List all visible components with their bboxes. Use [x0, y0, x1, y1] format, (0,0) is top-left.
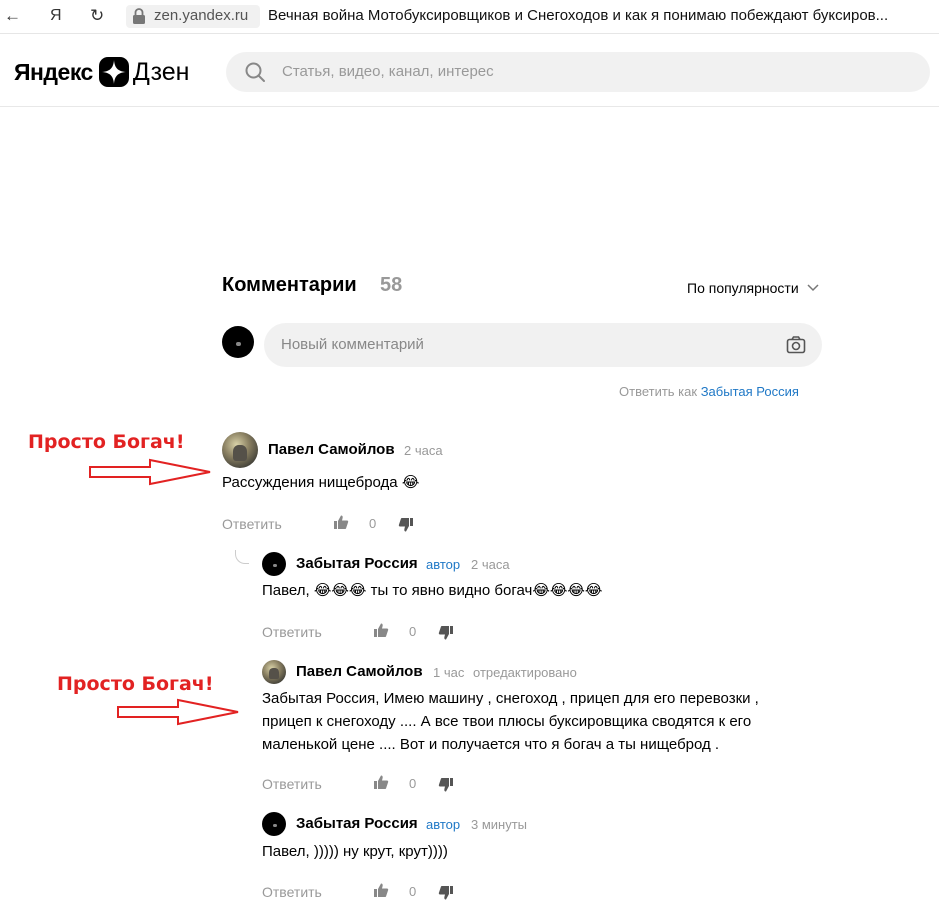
reply-as: Ответить как Забытая Россия	[619, 384, 799, 399]
search-bar[interactable]: Статья, видео, канал, интерес	[226, 52, 930, 92]
page-title-bar: Вечная война Мотобуксировщиков и Снегохо…	[268, 7, 889, 24]
back-arrow-icon[interactable]: ←	[4, 6, 21, 26]
comment-time: 2 часа	[404, 443, 443, 458]
browser-toolbar: ← Я ↻ zen.yandex.ru Вечная война Мотобук…	[0, 0, 939, 34]
like-count: 0	[369, 516, 377, 531]
edited-label: отредактировано	[473, 665, 577, 680]
thread-line	[235, 550, 249, 564]
comment-time: 1 час	[433, 665, 465, 680]
thumb-up-icon[interactable]	[373, 774, 389, 790]
thumb-down-icon[interactable]	[438, 777, 454, 793]
site-header: Яндекс Дзен Статья, видео, канал, интере…	[0, 35, 939, 107]
comments-count: 58	[380, 274, 403, 296]
annotation-arrow	[117, 698, 239, 726]
lock-icon	[133, 8, 145, 24]
annotation-arrow	[89, 458, 211, 486]
logo-yandex-text: Яндекс	[14, 58, 93, 85]
author-badge: автор	[426, 817, 461, 832]
search-input[interactable]: Статья, видео, канал, интерес	[282, 63, 494, 80]
avatar[interactable]	[262, 812, 286, 836]
reload-icon[interactable]: ↻	[90, 6, 104, 26]
reply-button[interactable]: Ответить	[262, 776, 322, 792]
new-comment-input[interactable]: Новый комментарий	[264, 323, 822, 367]
comment-author[interactable]: Забытая Россия	[296, 555, 418, 572]
avatar[interactable]	[262, 552, 286, 576]
annotation-label: Просто Богач!	[28, 431, 185, 453]
camera-icon[interactable]	[786, 335, 806, 355]
reply-button[interactable]: Ответить	[262, 884, 322, 900]
comments-title: Комментарии	[222, 274, 357, 296]
reply-as-prefix: Ответить как	[619, 384, 698, 399]
comment-text: Павел, ))))) ну крут, крут))))	[262, 843, 448, 860]
thumb-down-icon[interactable]	[438, 625, 454, 641]
sort-dropdown[interactable]: По популярности	[687, 280, 799, 296]
reply-as-link[interactable]: Забытая Россия	[701, 384, 799, 399]
comment-text: Павел, 😂😂😂 ты то явно видно богач😂😂😂😂	[262, 582, 603, 599]
reply-button[interactable]: Ответить	[222, 516, 282, 532]
comment-author[interactable]: Павел Самойлов	[268, 441, 395, 458]
url-text[interactable]: zen.yandex.ru	[154, 7, 248, 24]
thumb-up-icon[interactable]	[333, 514, 349, 530]
avatar[interactable]	[262, 660, 286, 684]
comment-text: Рассуждения нищеброда 😂	[222, 474, 420, 491]
thumb-up-icon[interactable]	[373, 882, 389, 898]
reply-button[interactable]: Ответить	[262, 624, 322, 640]
comment-time: 2 часа	[471, 557, 510, 572]
zen-logo[interactable]: Яндекс Дзен	[14, 57, 189, 87]
like-count: 0	[409, 624, 417, 639]
thumb-down-icon[interactable]	[398, 517, 414, 533]
comment-text-line: Забытая Россия, Имею машину , снегоход ,…	[262, 690, 759, 707]
yandex-icon[interactable]: Я	[50, 6, 62, 26]
author-badge: автор	[426, 557, 461, 572]
comment-text-line: прицеп к снегоходу .... А все твои плюсы…	[262, 713, 752, 730]
avatar	[222, 326, 254, 358]
comment-text-line: маленькой цене .... Вот и получается что…	[262, 736, 720, 753]
comment-author[interactable]: Павел Самойлов	[296, 663, 423, 680]
thumb-up-icon[interactable]	[373, 622, 389, 638]
comment-author[interactable]: Забытая Россия	[296, 815, 418, 832]
avatar[interactable]	[222, 432, 258, 468]
like-count: 0	[409, 776, 417, 791]
logo-star-icon	[98, 57, 129, 87]
comment-time: 3 минуты	[471, 817, 528, 832]
thumb-down-icon[interactable]	[438, 885, 454, 901]
annotation-label: Просто Богач!	[57, 673, 214, 695]
search-icon	[245, 62, 265, 82]
new-comment-placeholder: Новый комментарий	[281, 336, 424, 353]
logo-dzen-text: Дзен	[132, 57, 190, 86]
chevron-down-icon[interactable]	[806, 282, 820, 294]
like-count: 0	[409, 884, 417, 899]
